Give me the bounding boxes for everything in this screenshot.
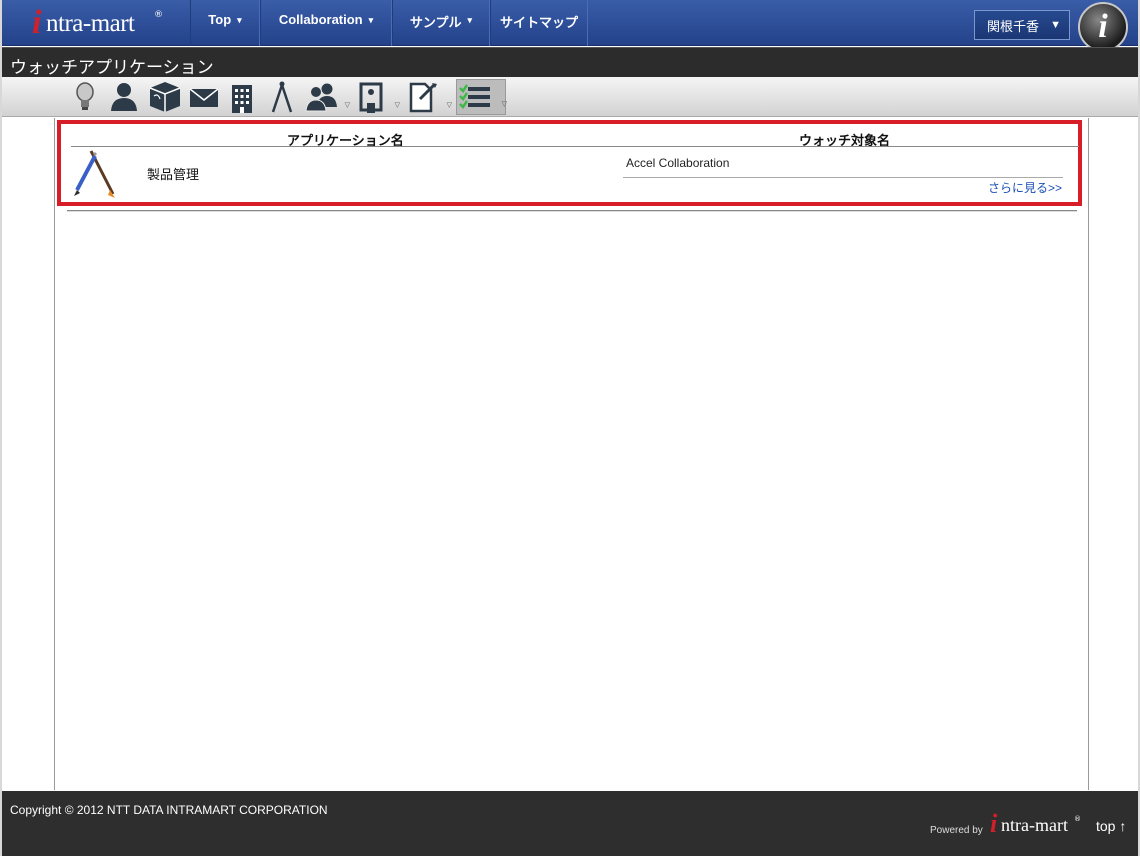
user-name: 関根千香 — [987, 18, 1040, 34]
checklist-icon[interactable]: ▽ — [456, 79, 507, 115]
app-window: i ntra-mart ® Top ▾ Collaboration ▾ サンプル… — [0, 0, 1140, 856]
pen-brush-icon — [71, 148, 115, 200]
compass-icon[interactable] — [268, 79, 296, 115]
dropdown-arrow-icon: ▽ — [394, 101, 400, 109]
nav-top-label: Top — [208, 12, 232, 27]
chevron-down-icon: ▾ — [467, 15, 473, 25]
nav-sitemap[interactable]: サイトマップ — [490, 0, 588, 46]
table-bottom-divider — [67, 210, 1077, 212]
logo-initial: i — [32, 4, 42, 41]
intra-mart-badge-icon[interactable]: i — [1078, 2, 1128, 52]
powered-by-text: Powered by — [930, 825, 983, 836]
watch-application-table: アプリケーション名 ウォッチ対象名 製品管理 Accel Collaborati… — [57, 120, 1082, 206]
dropdown-arrow-icon: ▽ — [446, 101, 452, 109]
user-icon[interactable] — [108, 79, 140, 115]
see-more-link[interactable]: さらに見る>> — [988, 179, 1062, 196]
users-icon[interactable]: ▽ — [304, 79, 350, 115]
mail-icon[interactable] — [188, 79, 220, 115]
back-to-top-link[interactable]: top ↑ — [1096, 818, 1126, 834]
nav-top[interactable]: Top ▾ — [190, 0, 260, 46]
package-icon[interactable] — [148, 79, 182, 115]
logo-text: ntra-mart — [46, 10, 135, 37]
intra-mart-logo[interactable]: i ntra-mart ® — [32, 4, 192, 42]
header-divider — [71, 146, 1079, 147]
building-icon[interactable] — [228, 79, 256, 115]
top-navigation-bar: i ntra-mart ® Top ▾ Collaboration ▾ サンプル… — [2, 0, 1138, 52]
copyright-text: Copyright © 2012 NTT DATA INTRAMART CORP… — [10, 803, 328, 817]
app-name[interactable]: 製品管理 — [147, 164, 199, 183]
lightbulb-icon[interactable] — [72, 79, 98, 115]
nav-sample[interactable]: サンプル ▾ — [392, 0, 490, 46]
main-content: アプリケーション名 ウォッチ対象名 製品管理 Accel Collaborati… — [54, 118, 1089, 790]
footer-logo-registered-mark: ® — [1074, 815, 1081, 823]
footer-intra-mart-logo: i ntra-mart ® — [990, 809, 1082, 839]
nav-collaboration[interactable]: Collaboration ▾ — [260, 0, 392, 46]
dropdown-arrow-icon: ▽ — [501, 100, 507, 108]
device-icon[interactable]: ▽ — [356, 79, 400, 115]
page-title-bar: ウォッチアプリケーション — [2, 47, 1138, 78]
logo-registered-mark: ® — [154, 10, 163, 20]
footer-logo-initial: i — [990, 809, 998, 838]
nav-sample-label: サンプル — [409, 15, 462, 30]
target-divider — [623, 177, 1063, 178]
badge-letter: i — [1098, 8, 1108, 45]
page-footer: Copyright © 2012 NTT DATA INTRAMART CORP… — [2, 791, 1138, 856]
user-menu-button[interactable]: 関根千香 ▼ — [974, 10, 1070, 40]
footer-logo-text: ntra-mart — [1001, 815, 1068, 835]
dropdown-arrow-icon: ▽ — [344, 101, 350, 109]
document-edit-icon[interactable]: ▽ — [406, 79, 452, 115]
chevron-down-icon: ▾ — [368, 15, 374, 25]
nav-collaboration-label: Collaboration — [278, 12, 363, 27]
page-title: ウォッチアプリケーション — [10, 58, 214, 78]
watch-target: Accel Collaboration — [626, 156, 730, 170]
application-toolbar: ▽ ▽ ▽ ▽ — [2, 77, 1138, 117]
chevron-down-icon: ▾ — [237, 15, 242, 25]
nav-sitemap-label: サイトマップ — [499, 15, 578, 30]
caret-down-icon: ▼ — [1050, 19, 1061, 31]
